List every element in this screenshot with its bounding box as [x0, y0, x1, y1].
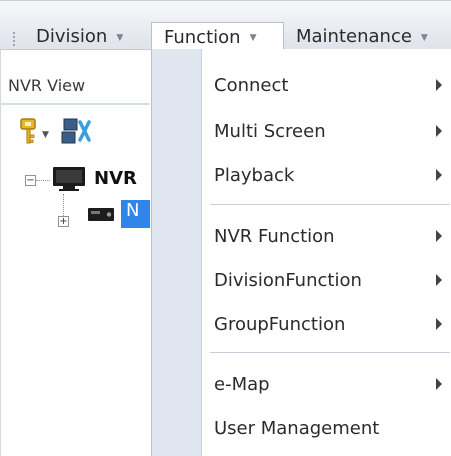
- menu-icon-gutter: [152, 49, 202, 456]
- menu-separator: [210, 204, 450, 205]
- menu-item-label: Playback: [214, 164, 295, 186]
- menu-item-label: DivisionFunction: [214, 269, 362, 291]
- submenu-arrow-icon: [436, 169, 442, 181]
- toolbar-grip[interactable]: [12, 31, 16, 47]
- menu-item-label: NVR Function: [214, 225, 335, 247]
- menu-item-user-management[interactable]: User Management: [202, 409, 451, 447]
- panel-title: NVR View: [8, 76, 86, 95]
- menu-item-nvr-function[interactable]: NVR Function: [202, 217, 451, 255]
- submenu-arrow-icon: [436, 230, 442, 242]
- menu-item-label: Connect: [214, 74, 289, 96]
- menu-division-label: Division: [36, 26, 108, 47]
- chevron-down-icon: ▼: [249, 33, 257, 43]
- chevron-down-icon: ▼: [116, 32, 124, 43]
- menu-item-connect[interactable]: Connect: [202, 66, 451, 104]
- menu-maintenance-label: Maintenance: [296, 26, 412, 47]
- menu-item-multi-screen[interactable]: Multi Screen: [202, 112, 451, 150]
- panel-border: [0, 50, 1, 456]
- submenu-arrow-icon: [436, 274, 442, 286]
- chevron-down-icon[interactable]: ▼: [42, 130, 49, 140]
- collapse-minus-icon[interactable]: −: [25, 175, 36, 186]
- network-settings-icon[interactable]: [60, 116, 92, 150]
- menu-item-label: User Management: [214, 417, 380, 439]
- nvr-view-panel: [0, 50, 150, 456]
- submenu-arrow-icon: [436, 79, 442, 91]
- key-icon[interactable]: [18, 117, 40, 151]
- chevron-down-icon: ▼: [420, 32, 428, 43]
- submenu-arrow-icon: [436, 378, 442, 390]
- monitor-icon: [50, 165, 88, 197]
- menu-function-label: Function: [164, 26, 241, 48]
- menubar: Division ▼ Function ▼ Maintenance ▼: [0, 0, 451, 51]
- menu-item-label: e-Map: [214, 373, 270, 395]
- menu-function[interactable]: Function ▼: [151, 22, 284, 51]
- tree-node-selected[interactable]: N: [121, 200, 150, 228]
- menu-division[interactable]: Division ▼: [36, 22, 123, 51]
- menu-item-label: Multi Screen: [214, 120, 326, 142]
- menu-item-label: GroupFunction: [214, 313, 346, 335]
- panel-divider: [0, 103, 150, 105]
- submenu-arrow-icon: [436, 318, 442, 330]
- menu-item-group-function[interactable]: GroupFunction: [202, 305, 451, 343]
- submenu-arrow-icon: [436, 125, 442, 137]
- menu-item-e-map[interactable]: e-Map: [202, 365, 451, 403]
- menu-separator: [210, 352, 450, 353]
- tree-connector: [36, 180, 50, 181]
- menu-item-division-function[interactable]: DivisionFunction: [202, 261, 451, 299]
- tree-node-nvr[interactable]: NVR: [94, 168, 137, 189]
- function-dropdown-menu: Connect Multi Screen Playback NVR Functi…: [151, 49, 451, 456]
- menu-maintenance[interactable]: Maintenance ▼: [296, 22, 428, 51]
- menu-item-playback[interactable]: Playback: [202, 156, 451, 194]
- expand-plus-icon[interactable]: +: [58, 216, 69, 227]
- device-icon: [86, 203, 118, 229]
